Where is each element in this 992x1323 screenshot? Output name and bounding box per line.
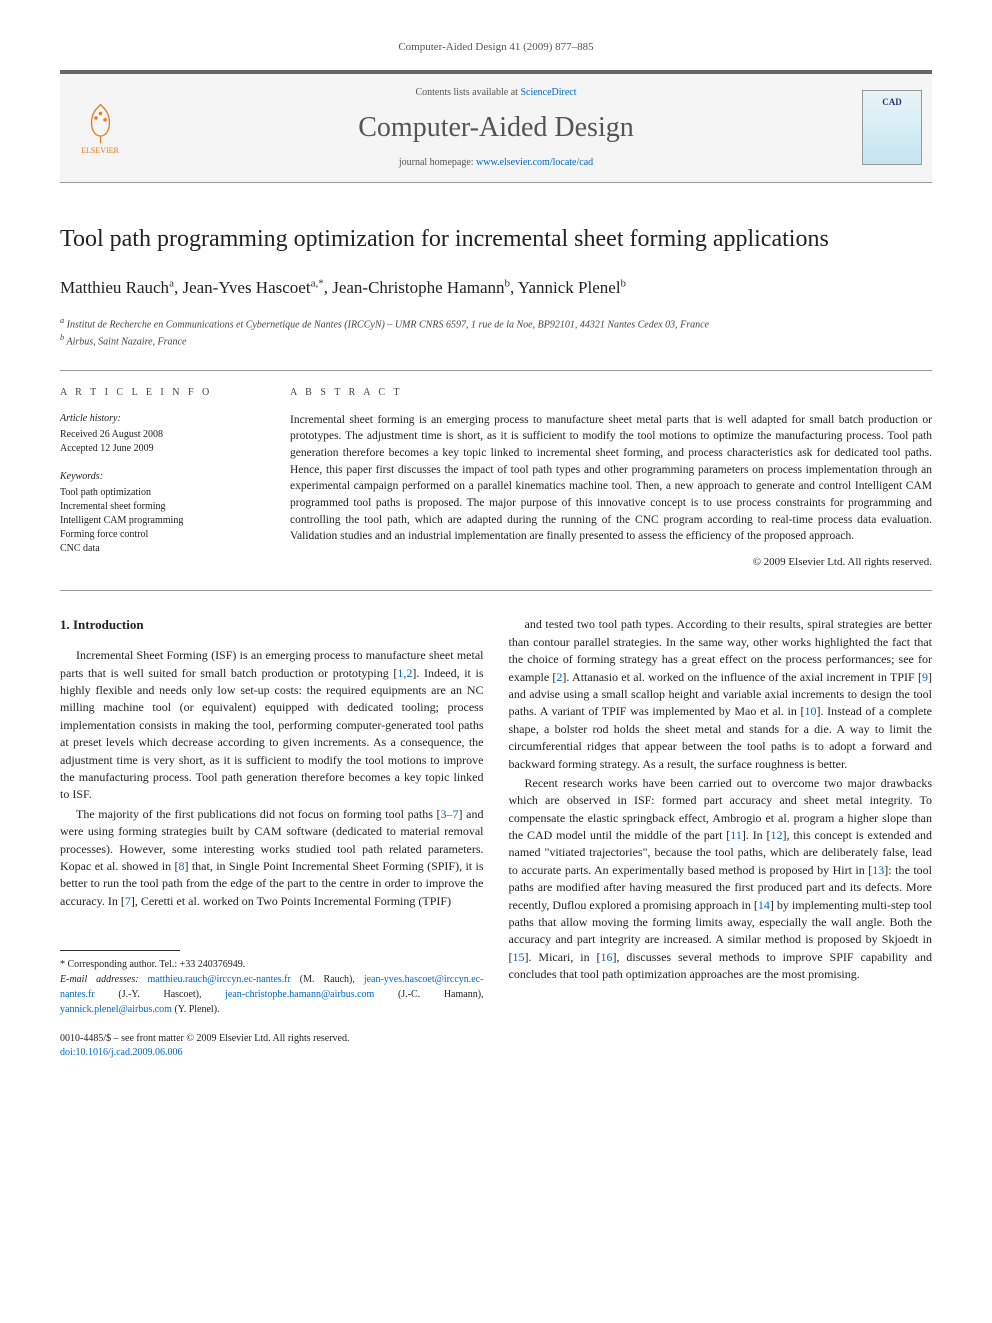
abstract-label: A B S T R A C T	[290, 386, 932, 400]
body-paragraph: Incremental Sheet Forming (ISF) is an em…	[60, 647, 484, 804]
keywords-label: Keywords:	[60, 470, 260, 484]
body-paragraph: and tested two tool path types. Accordin…	[509, 616, 933, 773]
elsevier-logo: ELSEVIER	[70, 93, 130, 163]
authors-list: Matthieu Raucha, Jean-Yves Hascoeta,*, J…	[60, 276, 932, 300]
journal-header: ELSEVIER Contents lists available at Sci…	[60, 70, 932, 182]
doi-block: 0010-4485/$ – see front matter © 2009 El…	[60, 1032, 484, 1060]
body-column-right: and tested two tool path types. Accordin…	[509, 616, 933, 1060]
author-name: Yannick Plenel	[518, 278, 621, 297]
article-history-label: Article history:	[60, 412, 260, 426]
footer-block: * Corresponding author. Tel.: +33 240376…	[60, 940, 484, 1060]
body-paragraph: Recent research works have been carried …	[509, 775, 933, 984]
article-info-column: A R T I C L E I N F O Article history: R…	[60, 386, 260, 571]
affil-marker: a,*	[311, 278, 324, 290]
journal-header-center: Contents lists available at ScienceDirec…	[145, 86, 847, 169]
doi-link[interactable]: doi:10.1016/j.cad.2009.06.006	[60, 1046, 484, 1060]
article-history-block: Article history: Received 26 August 2008…	[60, 412, 260, 456]
body-column-left: 1. Introduction Incremental Sheet Formin…	[60, 616, 484, 1060]
sciencedirect-link[interactable]: ScienceDirect	[520, 87, 576, 98]
author-name: Jean-Yves Hascoet	[182, 278, 310, 297]
affiliations: a Institut de Recherche en Communication…	[60, 315, 932, 350]
affil-marker: b	[621, 278, 627, 290]
affiliation-b: Airbus, Saint Nazaire, France	[67, 337, 187, 348]
body-columns: 1. Introduction Incremental Sheet Formin…	[60, 616, 932, 1060]
divider	[60, 370, 932, 371]
journal-homepage-link[interactable]: www.elsevier.com/locate/cad	[476, 157, 593, 168]
abstract-copyright: © 2009 Elsevier Ltd. All rights reserved…	[290, 555, 932, 570]
elsevier-tree-icon	[78, 100, 123, 145]
author-name: Jean-Christophe Hamann	[332, 278, 504, 297]
header-citation: Computer-Aided Design 41 (2009) 877–885	[60, 40, 932, 55]
accepted-date: Accepted 12 June 2009	[60, 442, 260, 456]
abstract-column: A B S T R A C T Incremental sheet formin…	[290, 386, 932, 571]
affiliation-a: Institut de Recherche en Communications …	[67, 319, 709, 330]
divider	[60, 590, 932, 591]
section-heading: 1. Introduction	[60, 616, 484, 635]
contents-available-line: Contents lists available at ScienceDirec…	[145, 86, 847, 100]
abstract-text: Incremental sheet forming is an emerging…	[290, 412, 932, 545]
publisher-name: ELSEVIER	[81, 145, 119, 156]
journal-name: Computer-Aided Design	[145, 108, 847, 147]
article-title: Tool path programming optimization for i…	[60, 223, 932, 257]
keywords-block: Keywords: Tool path optimization Increme…	[60, 470, 260, 556]
keyword: CNC data	[60, 542, 260, 556]
issn-line: 0010-4485/$ – see front matter © 2009 El…	[60, 1032, 484, 1046]
keyword: Incremental sheet forming	[60, 500, 260, 514]
body-paragraph: The majority of the first publications d…	[60, 806, 484, 910]
author-name: Matthieu Rauch	[60, 278, 169, 297]
email-link[interactable]: matthieu.rauch@irccyn.ec-nantes.fr	[148, 974, 291, 985]
article-info-label: A R T I C L E I N F O	[60, 386, 260, 400]
keyword: Tool path optimization	[60, 486, 260, 500]
keyword: Intelligent CAM programming	[60, 514, 260, 528]
footer-divider	[60, 950, 180, 951]
journal-cover-thumbnail: CAD	[862, 90, 922, 165]
keyword: Forming force control	[60, 528, 260, 542]
journal-homepage-line: journal homepage: www.elsevier.com/locat…	[145, 156, 847, 170]
info-abstract-row: A R T I C L E I N F O Article history: R…	[60, 386, 932, 571]
email-link[interactable]: jean-christophe.hamann@airbus.com	[225, 989, 374, 1000]
received-date: Received 26 August 2008	[60, 428, 260, 442]
affil-marker: b	[505, 278, 511, 290]
email-link[interactable]: yannick.plenel@airbus.com	[60, 1004, 172, 1015]
affil-marker: a	[169, 278, 174, 290]
email-addresses: E-mail addresses: matthieu.rauch@irccyn.…	[60, 972, 484, 1017]
corresponding-author: * Corresponding author. Tel.: +33 240376…	[60, 957, 484, 972]
